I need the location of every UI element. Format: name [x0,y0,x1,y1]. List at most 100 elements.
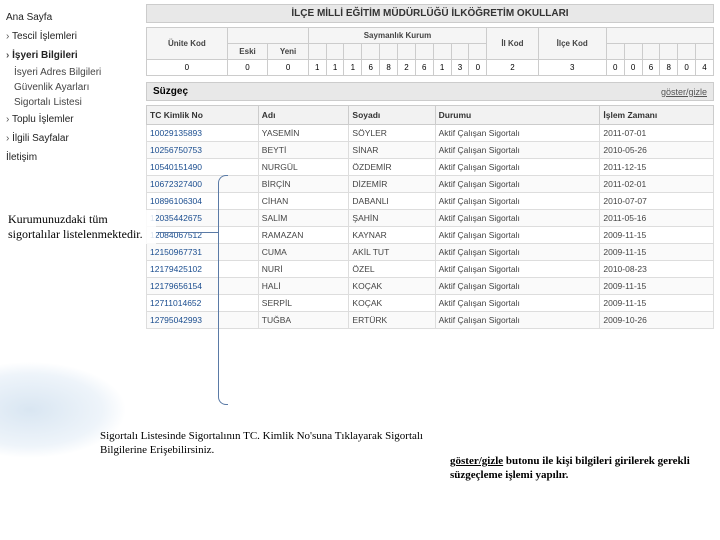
col-durumu[interactable]: Durumu [435,106,600,125]
cell: 2009-11-15 [600,227,714,244]
cell: Aktif Çalışan Sigortalı [435,125,600,142]
cell: DİZEMİR [349,176,435,193]
bracket-connector [158,232,218,233]
cell: 2009-11-15 [600,295,714,312]
bracket-left [218,175,228,405]
table-row: 12795042993TUĞBAERTÜRKAktif Çalışan Sigo… [147,312,714,329]
cell: 2011-02-01 [600,176,714,193]
col-adi[interactable]: Adı [258,106,349,125]
cell: Aktif Çalışan Sigortalı [435,159,600,176]
cell: SİNAR [349,142,435,159]
cell: Aktif Çalışan Sigortalı [435,227,600,244]
col-tc[interactable]: TC Kimlik No [147,106,259,125]
hdr-ilce-kod: İlçe Kod [538,28,606,60]
table-row: 10029135893YASEMİNSÖYLERAktif Çalışan Si… [147,125,714,142]
sidebar-sub-sigortali-listesi[interactable]: Sigortalı Listesi [14,95,136,110]
cell: ŞAHİN [349,210,435,227]
col-islem-zamani[interactable]: İşlem Zamanı [600,106,714,125]
cell: 2011-05-16 [600,210,714,227]
cell: ERTÜRK [349,312,435,329]
cell: DABANLI [349,193,435,210]
callout-left: Kurumunuzdaki tüm sigortalılar listelenm… [6,210,156,244]
sidebar-section-tescil[interactable]: Tescil İşlemleri [4,27,136,46]
cell: BEYTİ [258,142,349,159]
cell: 2010-07-07 [600,193,714,210]
cell: Aktif Çalışan Sigortalı [435,261,600,278]
sidebar-section-toplu[interactable]: Toplu İşlemler [4,110,136,129]
page-title: İLÇE MİLLİ EĞİTİM MÜDÜRLÜĞÜ İLKÖĞRETİM O… [146,4,714,23]
table-row: 10896106304CİHANDABANLIAktif Çalışan Sig… [147,193,714,210]
hdr-unite-kod: Ünite Kod [147,28,228,60]
header-table: Ünite Kod Saymanlık Kurum İl Kod İlçe Ko… [146,27,714,76]
sidebar-sub-adres[interactable]: İsyeri Adres Bilgileri [14,65,136,80]
cell-tc-link[interactable]: 12711014652 [147,295,259,312]
col-soyadi[interactable]: Soyadı [349,106,435,125]
filter-toggle-link[interactable]: göster/gizle [661,87,707,97]
cell: BİRÇİN [258,176,349,193]
hdr-yeni: Yeni [268,44,309,60]
cell: KAYNAR [349,227,435,244]
cell-tc-link[interactable]: 10540151490 [147,159,259,176]
table-row: 10540151490NURGÜLÖZDEMİRAktif Çalışan Si… [147,159,714,176]
cell: NURİ [258,261,349,278]
sidebar: Ana Sayfa Tescil İşlemleri İşyeri Bilgil… [0,0,140,333]
insured-table: TC Kimlik No Adı Soyadı Durumu İşlem Zam… [146,105,714,329]
hdr-blank [227,28,308,44]
cell-tc-link[interactable]: 12795042993 [147,312,259,329]
cell: Aktif Çalışan Sigortalı [435,210,600,227]
sidebar-sub-guvenlik[interactable]: Güvenlik Ayarları [14,80,136,95]
cell: CİHAN [258,193,349,210]
cell: CUMA [258,244,349,261]
cell-tc-link[interactable]: 10672327400 [147,176,259,193]
cell-tc-link[interactable]: 12035442675 [147,210,259,227]
header-row-values: 0 0 0 1 1 1 6 8 2 6 1 3 0 2 3 0 0 6 8 0 [147,60,714,76]
cell: 2010-08-23 [600,261,714,278]
hdr-eski: Eski [227,44,268,60]
cell: 2011-07-01 [600,125,714,142]
table-row: 12179425102NURİÖZELAktif Çalışan Sigorta… [147,261,714,278]
cell-tc-link[interactable]: 12179656154 [147,278,259,295]
table-row: 10256750753BEYTİSİNARAktif Çalışan Sigor… [147,142,714,159]
callout-right-underline: göster/gizle [450,455,503,467]
cell: ÖZEL [349,261,435,278]
cell: YASEMİN [258,125,349,142]
cell: KOÇAK [349,278,435,295]
callout-right: göster/gizle butonu ile kişi bilgileri g… [450,455,710,483]
cell: SERPİL [258,295,349,312]
hdr-il-kod: İl Kod [487,28,538,60]
cell-tc-link[interactable]: 10256750753 [147,142,259,159]
sidebar-section-isyeri[interactable]: İşyeri Bilgileri [4,46,136,65]
cell: SALİM [258,210,349,227]
hdr-tail [606,28,713,44]
filter-label: Süzgeç [153,86,188,97]
callout-bottom: Sigortalı Listesinde Sigortalının TC. Ki… [100,430,440,458]
cell: Aktif Çalışan Sigortalı [435,193,600,210]
cell: TUĞBA [258,312,349,329]
cell: Aktif Çalışan Sigortalı [435,176,600,193]
cell: NURGÜL [258,159,349,176]
cell-tc-link[interactable]: 10896106304 [147,193,259,210]
sidebar-section-ilgili[interactable]: İlgili Sayfalar [4,129,136,148]
cell: 2009-11-15 [600,278,714,295]
table-row: 12179656154HALİKOÇAKAktif Çalışan Sigort… [147,278,714,295]
table-row: 10672327400BİRÇİNDİZEMİRAktif Çalışan Si… [147,176,714,193]
table-row: 12150967731CUMAAKİL TUTAktif Çalışan Sig… [147,244,714,261]
cell-tc-link[interactable]: 12084067512 [147,227,259,244]
sidebar-iletisim[interactable]: İletişim [4,148,136,167]
cell: Aktif Çalışan Sigortalı [435,142,600,159]
sidebar-home[interactable]: Ana Sayfa [4,8,136,27]
cell-tc-link[interactable]: 12179425102 [147,261,259,278]
cell: ÖZDEMİR [349,159,435,176]
table-row: 12084067512RAMAZANKAYNARAktif Çalışan Si… [147,227,714,244]
cell-tc-link[interactable]: 12150967731 [147,244,259,261]
hdr-saymanlik: Saymanlık Kurum [308,28,486,44]
cell: 2009-11-15 [600,244,714,261]
cell: HALİ [258,278,349,295]
cell: Aktif Çalışan Sigortalı [435,312,600,329]
cell: 2009-10-26 [600,312,714,329]
cell: Aktif Çalışan Sigortalı [435,278,600,295]
cell: SÖYLER [349,125,435,142]
cell: AKİL TUT [349,244,435,261]
cell: Aktif Çalışan Sigortalı [435,244,600,261]
cell-tc-link[interactable]: 10029135893 [147,125,259,142]
